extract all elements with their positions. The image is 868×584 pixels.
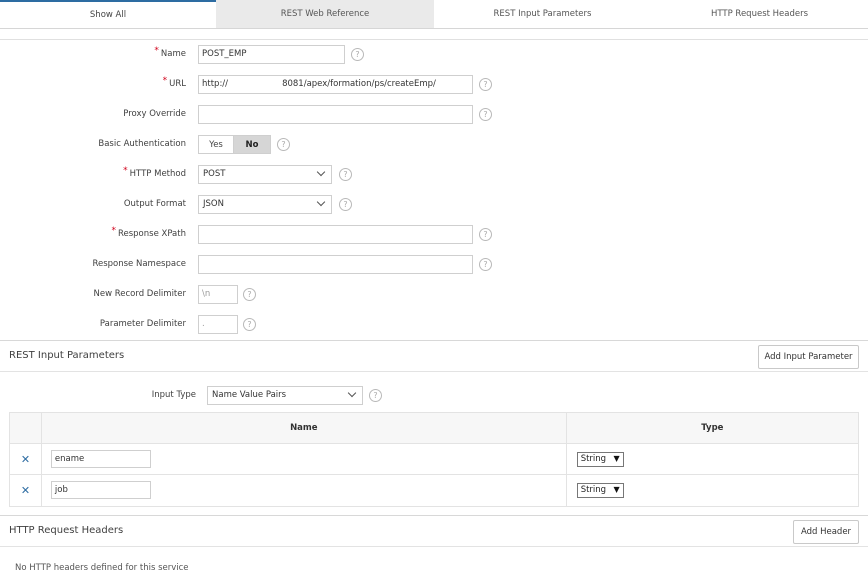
help-icon[interactable]: ?: [243, 288, 256, 301]
input-type-value: Name Value Pairs: [212, 390, 287, 400]
help-icon[interactable]: ?: [339, 168, 352, 181]
tab-label: HTTP Request Headers: [710, 9, 809, 19]
required-marker: *: [162, 76, 168, 86]
tab-show-all[interactable]: Show All: [0, 0, 216, 28]
proxy-row: Proxy Override ?: [0, 103, 868, 127]
input-type-row: Input Type Name Value Pairs ?: [0, 384, 868, 408]
basic-auth-row: Basic Authentication Yes No ?: [0, 133, 868, 157]
tab-rest-web-reference[interactable]: REST Web Reference: [216, 0, 434, 28]
help-icon[interactable]: ?: [351, 48, 364, 61]
help-icon[interactable]: ?: [479, 108, 492, 121]
parameter-name-input[interactable]: job: [50, 481, 151, 499]
parameter-type-value: String: [580, 485, 607, 495]
parameter-type-select[interactable]: String ▼: [576, 452, 624, 467]
tab-bar: Show All REST Web Reference REST Input P…: [0, 0, 868, 29]
table-cell-type: String ▼: [567, 475, 858, 506]
help-icon[interactable]: ?: [479, 228, 492, 241]
name-label: * Name: [154, 46, 186, 59]
table-cell-name: ename: [42, 444, 567, 474]
required-marker: *: [123, 166, 128, 176]
http-request-headers-header: HTTP Request Headers Add Header: [0, 515, 868, 547]
response-xpath-input[interactable]: [198, 225, 473, 244]
tab-label: Show All: [89, 10, 127, 20]
dropdown-arrow-icon: ▼: [613, 485, 620, 494]
help-icon[interactable]: ?: [243, 318, 256, 331]
basic-auth-yes-button[interactable]: Yes: [199, 136, 234, 153]
remove-row-icon[interactable]: ✕: [10, 475, 42, 506]
record-delimiter-label: New Record Delimiter: [93, 289, 186, 299]
parameter-name-input[interactable]: ename: [50, 450, 151, 468]
output-format-label: Output Format: [123, 199, 186, 209]
parameter-delimiter-row: Parameter Delimiter . ?: [0, 313, 868, 337]
input-type-label: Input Type: [151, 390, 196, 400]
section-title: REST Input Parameters: [9, 350, 125, 361]
http-method-select[interactable]: POST: [198, 165, 332, 184]
help-icon[interactable]: ?: [479, 258, 492, 271]
url-label: * URL: [162, 76, 186, 89]
required-marker: *: [111, 226, 116, 236]
response-namespace-label: Response Namespace: [92, 259, 186, 269]
input-type-select[interactable]: Name Value Pairs: [207, 386, 363, 405]
response-xpath-row: * Response XPath ?: [0, 223, 868, 247]
parameter-type-select[interactable]: String ▼: [576, 483, 624, 498]
add-input-parameter-button[interactable]: Add Input Parameter: [758, 345, 859, 369]
tab-label: REST Input Parameters: [493, 9, 592, 19]
column-header-type: Type: [701, 423, 724, 433]
no-headers-message: No HTTP headers defined for this service: [15, 563, 189, 573]
basic-auth-label: Basic Authentication: [98, 139, 186, 149]
http-method-row: * HTTP Method POST ?: [0, 163, 868, 187]
table-header-row: Name Type: [10, 413, 858, 444]
help-icon[interactable]: ?: [479, 78, 492, 91]
table-cell-name: job: [42, 475, 567, 506]
tab-divider: [0, 29, 868, 40]
add-header-button[interactable]: Add Header: [793, 520, 859, 544]
chevron-down-icon: [316, 197, 326, 207]
chevron-down-icon: [347, 388, 357, 398]
rest-input-parameters-header: REST Input Parameters Add Input Paramete…: [0, 340, 868, 372]
response-namespace-input[interactable]: [198, 255, 473, 274]
table-row: ✕ ename String ▼: [10, 444, 858, 475]
name-row: * Name POST_EMP ?: [0, 43, 868, 67]
help-icon[interactable]: ?: [339, 198, 352, 211]
column-header-name: Name: [42, 413, 567, 443]
output-format-row: Output Format JSON ?: [0, 193, 868, 217]
http-method-value: POST: [203, 169, 226, 179]
output-format-select[interactable]: JSON: [198, 195, 332, 214]
required-marker: *: [154, 46, 159, 56]
proxy-override-input[interactable]: [198, 105, 473, 124]
basic-auth-toggle: Yes No: [198, 135, 271, 154]
output-format-value: JSON: [203, 199, 224, 209]
table-row: ✕ job String ▼: [10, 475, 858, 506]
tab-rest-input-parameters[interactable]: REST Input Parameters: [434, 0, 651, 28]
table-cell-type: String ▼: [567, 444, 858, 474]
tab-http-request-headers[interactable]: HTTP Request Headers: [651, 0, 868, 28]
name-input[interactable]: POST_EMP: [198, 45, 345, 64]
proxy-label: Proxy Override: [123, 109, 186, 119]
basic-auth-no-button[interactable]: No: [234, 136, 270, 153]
url-row: * URL http:// 8081/apex/formation/ps/crea…: [0, 73, 868, 97]
http-method-label: * HTTP Method: [123, 166, 186, 179]
url-input[interactable]: http:// 8081/apex/formation/ps/createEmp…: [198, 75, 473, 94]
response-namespace-row: Response Namespace ?: [0, 253, 868, 277]
response-xpath-label: * Response XPath: [111, 226, 186, 239]
parameter-delimiter-input[interactable]: .: [198, 315, 238, 334]
help-icon[interactable]: ?: [277, 138, 290, 151]
record-delimiter-input[interactable]: \n: [198, 285, 238, 304]
parameter-delimiter-label: Parameter Delimiter: [99, 319, 186, 329]
remove-row-icon[interactable]: ✕: [10, 444, 42, 474]
chevron-down-icon: [316, 167, 326, 177]
input-parameters-table: Name Type ✕ ename String ▼ ✕ job String …: [9, 412, 859, 507]
section-title: HTTP Request Headers: [9, 525, 124, 536]
help-icon[interactable]: ?: [369, 389, 382, 402]
parameter-type-value: String: [580, 454, 607, 464]
table-header-cell: [10, 413, 42, 443]
dropdown-arrow-icon: ▼: [613, 454, 620, 463]
record-delimiter-row: New Record Delimiter \n ?: [0, 283, 868, 307]
tab-label: REST Web Reference: [280, 9, 370, 19]
